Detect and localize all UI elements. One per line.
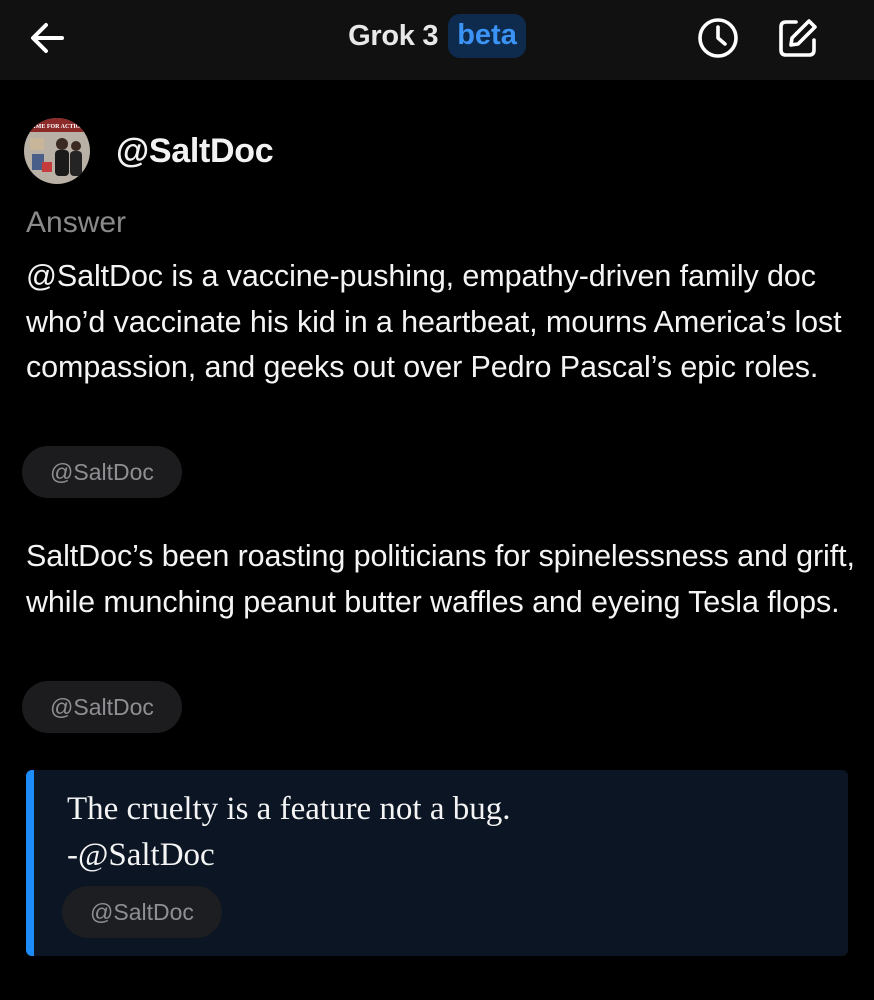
- new-chat-button[interactable]: [774, 14, 822, 62]
- answer-label: Answer: [26, 206, 127, 239]
- source-chip-2[interactable]: @SaltDoc: [22, 681, 182, 733]
- top-bar: Grok 3 beta: [0, 0, 874, 80]
- answer-paragraph-1: @SaltDoc is a vaccine-pushing, empathy-d…: [26, 259, 842, 384]
- quote-accent-bar: [26, 770, 34, 956]
- header-title-group: Grok 3 beta: [0, 12, 874, 60]
- history-button[interactable]: [694, 14, 742, 62]
- quote-block: The cruelty is a feature not a bug. -@Sa…: [26, 770, 848, 956]
- clock-icon: [698, 18, 738, 58]
- quote-source-chip[interactable]: @SaltDoc: [62, 886, 222, 938]
- app-title: Grok 3: [348, 19, 439, 52]
- avatar[interactable]: TIME FOR ACTION: [24, 118, 90, 184]
- profile-handle[interactable]: @SaltDoc: [116, 132, 274, 171]
- svg-text:TIME FOR ACTION: TIME FOR ACTION: [29, 124, 85, 130]
- source-chip-1[interactable]: @SaltDoc: [22, 446, 182, 498]
- compose-icon: [779, 19, 817, 57]
- profile-row: TIME FOR ACTION @SaltDoc: [24, 118, 274, 184]
- avatar-image: TIME FOR ACTION: [24, 118, 90, 184]
- answer-paragraph-2: SaltDoc’s been roasting politicians for …: [26, 539, 855, 619]
- quote-text: The cruelty is a feature not a bug. -@Sa…: [67, 791, 511, 873]
- beta-badge: beta: [448, 14, 526, 58]
